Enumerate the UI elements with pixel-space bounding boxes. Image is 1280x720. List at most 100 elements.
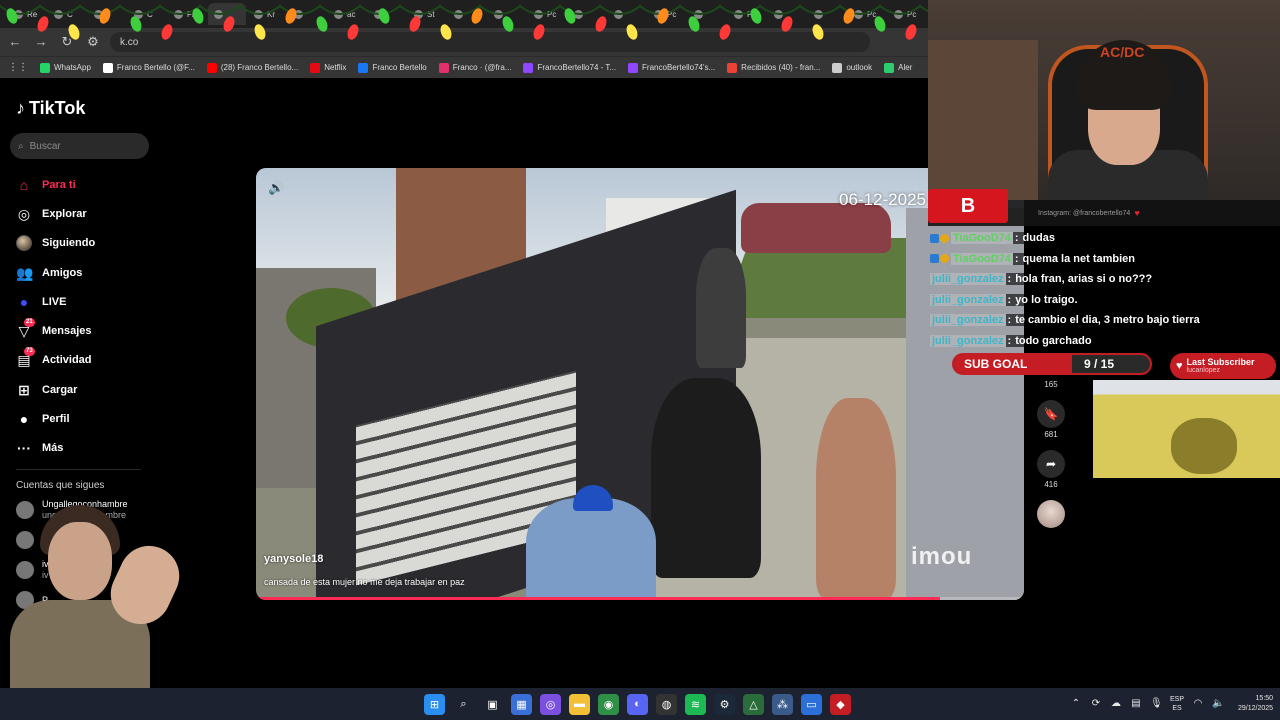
tiktok-logo[interactable]: ♪ TikTok — [16, 98, 85, 119]
red-app-icon[interactable]: ◆ — [830, 693, 851, 715]
browser-tab[interactable] — [808, 3, 846, 25]
taskbar-clock[interactable]: 15:50 29/12/2025 — [1238, 694, 1273, 714]
tab-favicon-icon — [54, 9, 63, 19]
browser-tab[interactable]: C — [48, 3, 86, 25]
windows-start-icon[interactable]: ⊞ — [424, 693, 445, 715]
browser-tab[interactable]: Re — [8, 3, 46, 25]
bookmark-item[interactable]: FrancoBertello74's... — [628, 62, 715, 73]
task-view-icon[interactable]: ▣ — [482, 694, 503, 715]
browser-tab[interactable]: Pc — [888, 3, 926, 25]
language-indicator[interactable]: ESP ES — [1170, 695, 1184, 713]
tab-favicon-icon — [894, 9, 903, 19]
browser-tab[interactable] — [608, 3, 646, 25]
browser-tab[interactable]: ac — [328, 3, 366, 25]
browser-tab[interactable] — [448, 3, 486, 25]
spotify-icon[interactable]: ≋ — [685, 693, 706, 715]
tab-favicon-icon — [734, 9, 743, 19]
back-arrow-icon[interactable]: ← — [6, 33, 24, 51]
browser-tab[interactable]: St — [408, 3, 446, 25]
search-input[interactable]: ⌕ Buscar — [10, 133, 149, 159]
search-icon[interactable]: ⌕ — [453, 694, 474, 715]
steam-icon[interactable]: ⚙ — [714, 693, 735, 715]
nav-item-para-ti[interactable]: ⌂ Para ti — [16, 170, 95, 199]
browser-tab[interactable] — [88, 3, 126, 25]
bookmark-item[interactable]: Franco Bertello (@F... — [102, 62, 195, 73]
obs-icon[interactable]: ◍ — [656, 693, 677, 715]
browser-tab[interactable] — [488, 3, 526, 25]
browser-tab[interactable]: Pc — [728, 3, 766, 25]
notification-badge: 73 — [24, 347, 35, 357]
tab-label: C — [67, 9, 73, 19]
browser-tab[interactable]: Pc — [848, 3, 886, 25]
bookmark-item[interactable]: FrancoBertello74 - T... — [523, 62, 616, 73]
browser-tab[interactable] — [688, 3, 726, 25]
chat-text: dudas — [1020, 232, 1057, 244]
heart-icon: ♥ — [1176, 360, 1183, 372]
chat-badge-icon — [930, 254, 939, 263]
circle-app-icon[interactable]: ◎ — [540, 693, 561, 715]
apps-grid-icon[interactable]: ⋮⋮ — [8, 62, 28, 73]
video-date-stamp: 06-12-2025 — [839, 190, 926, 209]
bookmark-item[interactable]: Franco · (@fra... — [438, 62, 511, 73]
network-app-icon[interactable]: ⁂ — [772, 693, 793, 715]
bookmark-icon[interactable]: 🔖 — [1037, 400, 1065, 428]
discord-icon[interactable]: ◐ — [627, 693, 648, 715]
forward-arrow-icon[interactable]: → — [32, 33, 50, 51]
nav-item-mensajes[interactable]: ▽ 21 Mensajes — [16, 316, 95, 345]
bookmark-item[interactable]: (28) Franco Bertello... — [206, 62, 298, 73]
nav-item-actividad[interactable]: ▤ 73 Actividad — [16, 346, 95, 375]
volume-icon[interactable]: 🔊 — [268, 180, 284, 196]
nav-item-siguiendo[interactable]: Siguiendo — [16, 229, 95, 258]
chevron-up-icon[interactable]: ⌃ — [1070, 698, 1082, 710]
browser-tab[interactable] — [568, 3, 606, 25]
share-icon[interactable]: ➦ — [1037, 450, 1065, 478]
browser-tab[interactable] — [368, 3, 406, 25]
file-explorer-icon[interactable]: ▬ — [569, 693, 590, 715]
tab-label: Pc — [547, 9, 557, 19]
nav-item-live[interactable]: ● LIVE — [16, 287, 95, 316]
bookmark-label: WhatsApp — [54, 63, 91, 72]
nav-item-más[interactable]: ··· Más — [16, 434, 95, 463]
browser-tab[interactable]: Fi — [168, 3, 206, 25]
nav-label: Perfil — [42, 413, 70, 426]
reload-icon[interactable]: ↻ — [58, 33, 76, 51]
sync-icon[interactable]: ⟳ — [1090, 698, 1102, 710]
bookmark-item[interactable]: outlook — [832, 62, 872, 73]
browser-tab[interactable] — [768, 3, 806, 25]
nav-item-cargar[interactable]: ⊞ Cargar — [16, 375, 95, 404]
nav-item-explorar[interactable]: ◎ Explorar — [16, 199, 95, 228]
bookmark-item[interactable]: Netflix — [310, 62, 346, 73]
browser-tab[interactable] — [288, 3, 326, 25]
home-icon: ⌂ — [19, 176, 29, 193]
bookmark-item[interactable]: Aler — [884, 62, 912, 73]
browser-tab[interactable]: Pc — [528, 3, 566, 25]
microphone-icon[interactable]: 🎙 — [1150, 698, 1163, 710]
bookmark-item[interactable]: Franco Bertello — [358, 62, 427, 73]
store-icon[interactable]: ▦ — [511, 693, 532, 715]
browser-tab[interactable]: Kr — [248, 3, 286, 25]
volume-icon[interactable]: 🔈 — [1212, 698, 1224, 710]
browser-tab[interactable]: Pc — [648, 3, 686, 25]
browser-tab[interactable]: C — [128, 3, 166, 25]
video-progress-bar[interactable] — [256, 597, 1024, 600]
chrome-icon[interactable]: ◉ — [598, 693, 619, 715]
address-bar[interactable]: k.co — [110, 32, 870, 52]
wifi-icon[interactable]: ◠ — [1192, 698, 1204, 710]
video-player[interactable]: 🔊 06-12-2025 imou yanysole18 cansada de … — [256, 168, 1024, 600]
bookmark-item[interactable]: Recibidos (40) - fran... — [727, 62, 820, 73]
site-settings-icon[interactable]: ⚙ — [84, 33, 102, 51]
chat-badges — [930, 254, 949, 263]
tiktok-logo-text: TikTok — [29, 98, 86, 118]
remote-desktop-icon[interactable]: ▭ — [801, 693, 822, 715]
video-author[interactable]: yanysole18 — [264, 553, 323, 565]
delta-app-icon[interactable]: △ — [743, 693, 764, 715]
bookmark-item[interactable]: WhatsApp — [40, 62, 91, 73]
music-disc-avatar[interactable] — [1037, 500, 1065, 528]
nav-item-amigos[interactable]: 👥 Amigos — [16, 258, 95, 287]
cloud-icon[interactable]: ☁ — [1110, 698, 1122, 710]
tab-label: St — [427, 9, 435, 19]
network-icon[interactable]: ▤ — [1130, 698, 1142, 710]
nav-item-perfil[interactable]: ● Perfil — [16, 404, 95, 433]
tab-label: Pc — [907, 9, 917, 19]
browser-tab[interactable] — [208, 3, 246, 25]
